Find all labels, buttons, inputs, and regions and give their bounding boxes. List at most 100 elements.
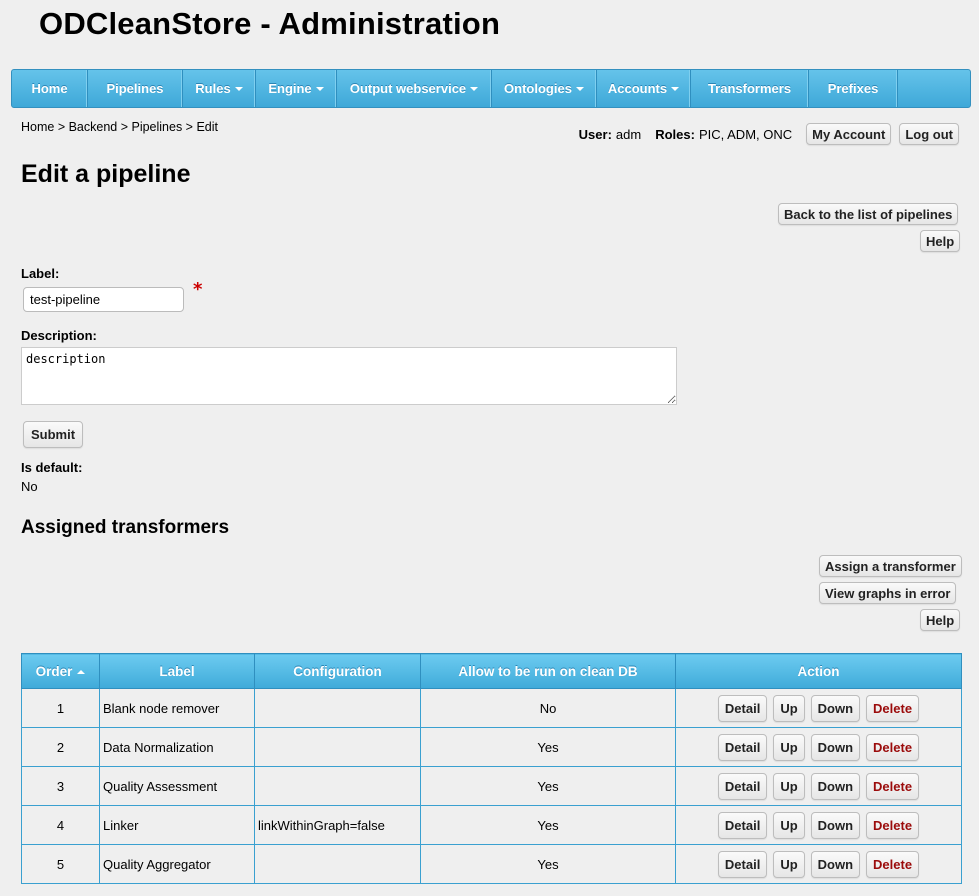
- cell-clean-db: Yes: [420, 766, 676, 806]
- cell-label: Linker: [99, 805, 255, 845]
- section-title: Assigned transformers: [21, 517, 230, 538]
- chevron-down-icon: [234, 86, 243, 91]
- label-caption: Label:: [21, 266, 60, 281]
- delete-button[interactable]: Delete: [866, 694, 920, 722]
- description-textarea[interactable]: description: [21, 347, 677, 405]
- table-row: 1 Blank node remover No Detail Up Down Dele…: [21, 688, 962, 728]
- nav-rules[interactable]: Rules: [183, 70, 256, 107]
- nav-engine[interactable]: Engine: [256, 70, 337, 107]
- cell-actions: Detail Up Down Delete: [675, 844, 962, 884]
- roles-value: PIC, ADM, ONC: [698, 126, 793, 142]
- user-label: User:: [578, 126, 612, 142]
- is-default-caption: Is default:: [21, 460, 83, 475]
- column-label: Order: [35, 663, 73, 679]
- up-button[interactable]: Up: [773, 811, 805, 839]
- cell-actions: Detail Up Down Delete: [675, 688, 962, 728]
- cell-label: Quality Assessment: [99, 766, 255, 806]
- delete-button[interactable]: Delete: [866, 772, 920, 800]
- nav-prefixes[interactable]: Prefixes: [809, 70, 898, 107]
- table-header-row: Order Label Configuration Allow to be ru…: [21, 653, 962, 689]
- user-bar: User: adm Roles: PIC, ADM, ONC My Accoun…: [579, 123, 959, 145]
- table-row: 4 Linker linkWithinGraph=false Yes Detai…: [21, 805, 962, 845]
- nav-output-webservice[interactable]: Output webservice: [337, 70, 492, 107]
- column-header-order[interactable]: Order: [21, 653, 100, 689]
- up-button[interactable]: Up: [773, 850, 805, 878]
- nav-accounts[interactable]: Accounts: [597, 70, 691, 107]
- nav-label: Output webservice: [349, 81, 467, 96]
- chevron-down-icon: [671, 86, 680, 91]
- cell-order: 2: [21, 727, 100, 767]
- breadcrumb[interactable]: Home > Backend > Pipelines > Edit: [21, 120, 218, 134]
- nav-label: Transformers: [707, 81, 792, 96]
- table-row: 3 Quality Assessment Yes Detail Up Down Del…: [21, 766, 962, 806]
- nav-ontologies[interactable]: Ontologies: [492, 70, 597, 107]
- breadcrumb-text: Home > Backend > Pipelines > Edit: [21, 120, 218, 134]
- detail-button[interactable]: Detail: [717, 772, 768, 800]
- cell-clean-db: Yes: [420, 805, 676, 845]
- required-mark: *: [193, 279, 203, 300]
- user-value: adm: [615, 126, 642, 142]
- label-input[interactable]: [23, 287, 184, 312]
- sort-ascending-icon: [77, 669, 86, 674]
- column-header-configuration: Configuration: [254, 653, 421, 689]
- assign-transformer-button[interactable]: Assign a transformer: [819, 555, 962, 577]
- submit-button[interactable]: Submit: [23, 421, 84, 448]
- transformers-table: Order Label Configuration Allow to be ru…: [21, 653, 962, 884]
- cell-actions: Detail Up Down Delete: [675, 766, 962, 806]
- down-button[interactable]: Down: [810, 772, 861, 800]
- nav-transformers[interactable]: Transformers: [691, 70, 809, 107]
- column-header-clean-db: Allow to be run on clean DB: [420, 653, 676, 689]
- cell-label: Quality Aggregator: [99, 844, 255, 884]
- is-default-value: No: [21, 479, 38, 494]
- chevron-down-icon: [575, 86, 584, 91]
- down-button[interactable]: Down: [810, 733, 861, 761]
- up-button[interactable]: Up: [773, 772, 805, 800]
- cell-clean-db: Yes: [420, 844, 676, 884]
- delete-button[interactable]: Delete: [866, 850, 920, 878]
- description-caption: Description:: [21, 328, 97, 343]
- table-row: 2 Data Normalization Yes Detail Up Down Del…: [21, 727, 962, 767]
- help-button[interactable]: Help: [920, 609, 961, 631]
- cell-order: 1: [21, 688, 100, 728]
- down-button[interactable]: Down: [810, 811, 861, 839]
- delete-button[interactable]: Delete: [866, 733, 920, 761]
- back-to-pipelines-button[interactable]: Back to the list of pipelines: [778, 203, 959, 225]
- cell-clean-db: Yes: [420, 727, 676, 767]
- detail-button[interactable]: Detail: [717, 850, 768, 878]
- cell-clean-db: No: [420, 688, 676, 728]
- cell-config: [254, 727, 421, 767]
- table-row: 5 Quality Aggregator Yes Detail Up Down Del…: [21, 844, 962, 884]
- cell-config: linkWithinGraph=false: [254, 805, 421, 845]
- cell-label: Data Normalization: [99, 727, 255, 767]
- cell-label: Blank node remover: [99, 688, 255, 728]
- roles-label: Roles:: [655, 126, 695, 142]
- main-nav: Home Pipelines Rules Engine Output webse…: [11, 69, 971, 108]
- cell-actions: Detail Up Down Delete: [675, 805, 962, 845]
- cell-config: [254, 844, 421, 884]
- detail-button[interactable]: Detail: [717, 694, 768, 722]
- nav-label: Home: [31, 81, 68, 96]
- cell-actions: Detail Up Down Delete: [675, 727, 962, 767]
- up-button[interactable]: Up: [773, 733, 805, 761]
- app-title: ODCleanStore - Administration: [39, 6, 501, 41]
- cell-order: 5: [21, 844, 100, 884]
- detail-button[interactable]: Detail: [717, 733, 768, 761]
- down-button[interactable]: Down: [810, 850, 861, 878]
- chevron-down-icon: [315, 86, 324, 91]
- help-button[interactable]: Help: [920, 230, 961, 252]
- my-account-button[interactable]: My Account: [806, 123, 892, 145]
- page-title: Edit a pipeline: [21, 160, 191, 188]
- view-graphs-in-error-button[interactable]: View graphs in error: [819, 582, 957, 604]
- detail-button[interactable]: Detail: [717, 811, 768, 839]
- nav-label: Accounts: [607, 81, 668, 96]
- nav-pipelines[interactable]: Pipelines: [88, 70, 183, 107]
- nav-label: Rules: [195, 81, 231, 96]
- cell-config: [254, 766, 421, 806]
- nav-label: Engine: [268, 81, 312, 96]
- down-button[interactable]: Down: [810, 694, 861, 722]
- logout-button[interactable]: Log out: [899, 123, 959, 145]
- up-button[interactable]: Up: [773, 694, 805, 722]
- chevron-down-icon: [470, 86, 479, 91]
- delete-button[interactable]: Delete: [866, 811, 920, 839]
- nav-home[interactable]: Home: [12, 70, 88, 107]
